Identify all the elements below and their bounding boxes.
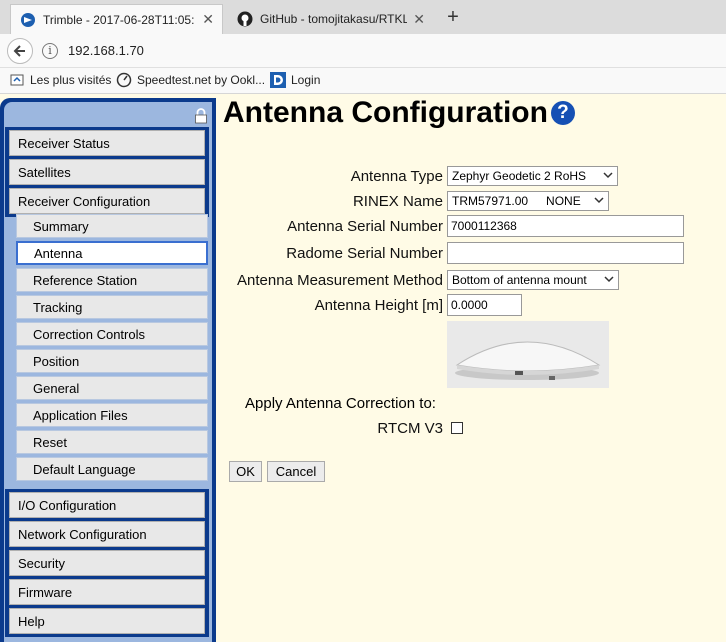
sub-item-reference-station[interactable]: Reference Station bbox=[16, 268, 208, 292]
measurement-method-label: Antenna Measurement Method bbox=[237, 271, 443, 289]
lock-icon bbox=[193, 108, 209, 124]
tab-title: Trimble - 2017-06-28T11:05: bbox=[43, 12, 195, 27]
sub-item-application-files[interactable]: Application Files bbox=[16, 403, 208, 427]
browser-tab-strip: Trimble - 2017-06-28T11:05: ✕ GitHub - t… bbox=[0, 0, 726, 34]
rtcm-row: RTCM V3 bbox=[220, 417, 726, 439]
sub-item-summary[interactable]: Summary bbox=[16, 214, 208, 238]
ok-button[interactable]: OK bbox=[229, 461, 262, 482]
navigation-bar: i 192.168.1.70 bbox=[0, 34, 726, 68]
bookmark-label: Login bbox=[291, 73, 321, 87]
nav-item-satellites[interactable]: Satellites bbox=[9, 159, 205, 185]
cancel-button[interactable]: Cancel bbox=[267, 461, 325, 482]
bookmark-speedtest[interactable]: Speedtest.net by Ookl... bbox=[116, 72, 265, 88]
rinex-name-label: RINEX Name bbox=[352, 192, 443, 210]
sub-item-general[interactable]: General bbox=[16, 376, 208, 400]
nav-group-receiver: Receiver Status Satellites Receiver Conf… bbox=[5, 127, 209, 217]
bookmark-label: Les plus visités bbox=[30, 73, 112, 87]
nav-item-help[interactable]: Help bbox=[9, 608, 205, 634]
antenna-height-input[interactable] bbox=[447, 294, 522, 316]
back-arrow-icon bbox=[13, 45, 25, 57]
sub-item-antenna[interactable]: Antenna bbox=[16, 241, 208, 265]
radome-serial-row: Radome Serial Number bbox=[220, 242, 726, 264]
main-content: Antenna Configuration ? Antenna Type Zep… bbox=[220, 94, 726, 642]
antenna-type-select[interactable]: Zephyr Geodetic 2 RoHS bbox=[447, 166, 618, 186]
bookmark-label: Speedtest.net by Ookl... bbox=[137, 73, 266, 87]
sidebar: Receiver Status Satellites Receiver Conf… bbox=[0, 98, 216, 642]
close-icon[interactable]: ✕ bbox=[413, 11, 425, 28]
radome-serial-input[interactable] bbox=[447, 242, 684, 264]
measurement-method-row: Antenna Measurement Method Bottom of ant… bbox=[220, 269, 726, 291]
bookmarks-bar: Les plus visités Speedtest.net by Ookl..… bbox=[0, 68, 726, 94]
speedtest-icon bbox=[116, 72, 132, 88]
tab-github[interactable]: GitHub - tomojitakasu/RTKL ✕ bbox=[228, 4, 433, 34]
antenna-serial-row: Antenna Serial Number bbox=[220, 215, 726, 237]
bookmark-login[interactable]: Login bbox=[270, 72, 320, 88]
nav-item-io-configuration[interactable]: I/O Configuration bbox=[9, 492, 205, 518]
sub-item-correction-controls[interactable]: Correction Controls bbox=[16, 322, 208, 346]
github-icon bbox=[236, 10, 254, 28]
antenna-type-label: Antenna Type bbox=[350, 167, 443, 185]
rinex-name-select[interactable]: TRM57971.00 NONE bbox=[447, 191, 609, 211]
page-title-text: Antenna Configuration bbox=[223, 96, 548, 129]
rinex-name-row: RINEX Name TRM57971.00 NONE bbox=[220, 190, 726, 212]
nav-item-receiver-configuration[interactable]: Receiver Configuration bbox=[9, 188, 205, 214]
trimble-icon bbox=[19, 11, 37, 29]
apply-correction-label: Apply Antenna Correction to: bbox=[245, 395, 436, 412]
antenna-serial-label: Antenna Serial Number bbox=[287, 217, 443, 235]
rinex-radome-value: NONE bbox=[546, 194, 581, 208]
sub-item-reset[interactable]: Reset bbox=[16, 430, 208, 454]
info-icon[interactable]: i bbox=[42, 43, 58, 59]
nav-item-receiver-status[interactable]: Receiver Status bbox=[9, 130, 205, 156]
help-icon[interactable]: ? bbox=[550, 101, 575, 125]
measurement-method-select[interactable]: Bottom of antenna mount bbox=[447, 270, 619, 290]
radome-serial-label: Radome Serial Number bbox=[286, 244, 443, 262]
sub-item-default-language[interactable]: Default Language bbox=[16, 457, 208, 481]
chevron-down-icon bbox=[603, 172, 613, 179]
chevron-down-icon bbox=[604, 276, 614, 283]
antenna-type-value: Zephyr Geodetic 2 RoHS bbox=[452, 169, 587, 183]
sub-item-tracking[interactable]: Tracking bbox=[16, 295, 208, 319]
rtcm-v3-checkbox[interactable] bbox=[451, 422, 463, 434]
tab-trimble[interactable]: Trimble - 2017-06-28T11:05: ✕ bbox=[10, 4, 223, 34]
chevron-down-icon bbox=[594, 197, 604, 204]
tab-title: GitHub - tomojitakasu/RTKL bbox=[260, 12, 408, 26]
page-title: Antenna Configuration ? bbox=[223, 96, 575, 130]
close-icon[interactable]: ✕ bbox=[202, 11, 214, 28]
antenna-type-row: Antenna Type Zephyr Geodetic 2 RoHS bbox=[220, 165, 726, 187]
back-button[interactable] bbox=[7, 38, 33, 64]
rinex-name-value: TRM57971.00 bbox=[452, 194, 529, 208]
d-logo-icon bbox=[270, 72, 286, 88]
bookmark-folder-icon bbox=[9, 72, 25, 88]
measurement-method-value: Bottom of antenna mount bbox=[452, 273, 587, 287]
url-bar[interactable]: 192.168.1.70 bbox=[68, 43, 144, 58]
antenna-height-label: Antenna Height [m] bbox=[314, 296, 443, 314]
receiver-configuration-submenu: Summary Antenna Reference Station Tracki… bbox=[16, 214, 208, 484]
rtcm-label: RTCM V3 bbox=[377, 419, 443, 437]
nav-group-system: I/O Configuration Network Configuration … bbox=[5, 489, 209, 637]
nav-item-security[interactable]: Security bbox=[9, 550, 205, 576]
antenna-image bbox=[447, 321, 609, 388]
sub-item-position[interactable]: Position bbox=[16, 349, 208, 373]
antenna-height-row: Antenna Height [m] bbox=[220, 294, 726, 316]
antenna-serial-input[interactable] bbox=[447, 215, 684, 237]
nav-item-network-configuration[interactable]: Network Configuration bbox=[9, 521, 205, 547]
new-tab-button[interactable]: + bbox=[441, 6, 465, 28]
bookmark-les-plus-visites[interactable]: Les plus visités bbox=[9, 72, 111, 88]
nav-item-firmware[interactable]: Firmware bbox=[9, 579, 205, 605]
